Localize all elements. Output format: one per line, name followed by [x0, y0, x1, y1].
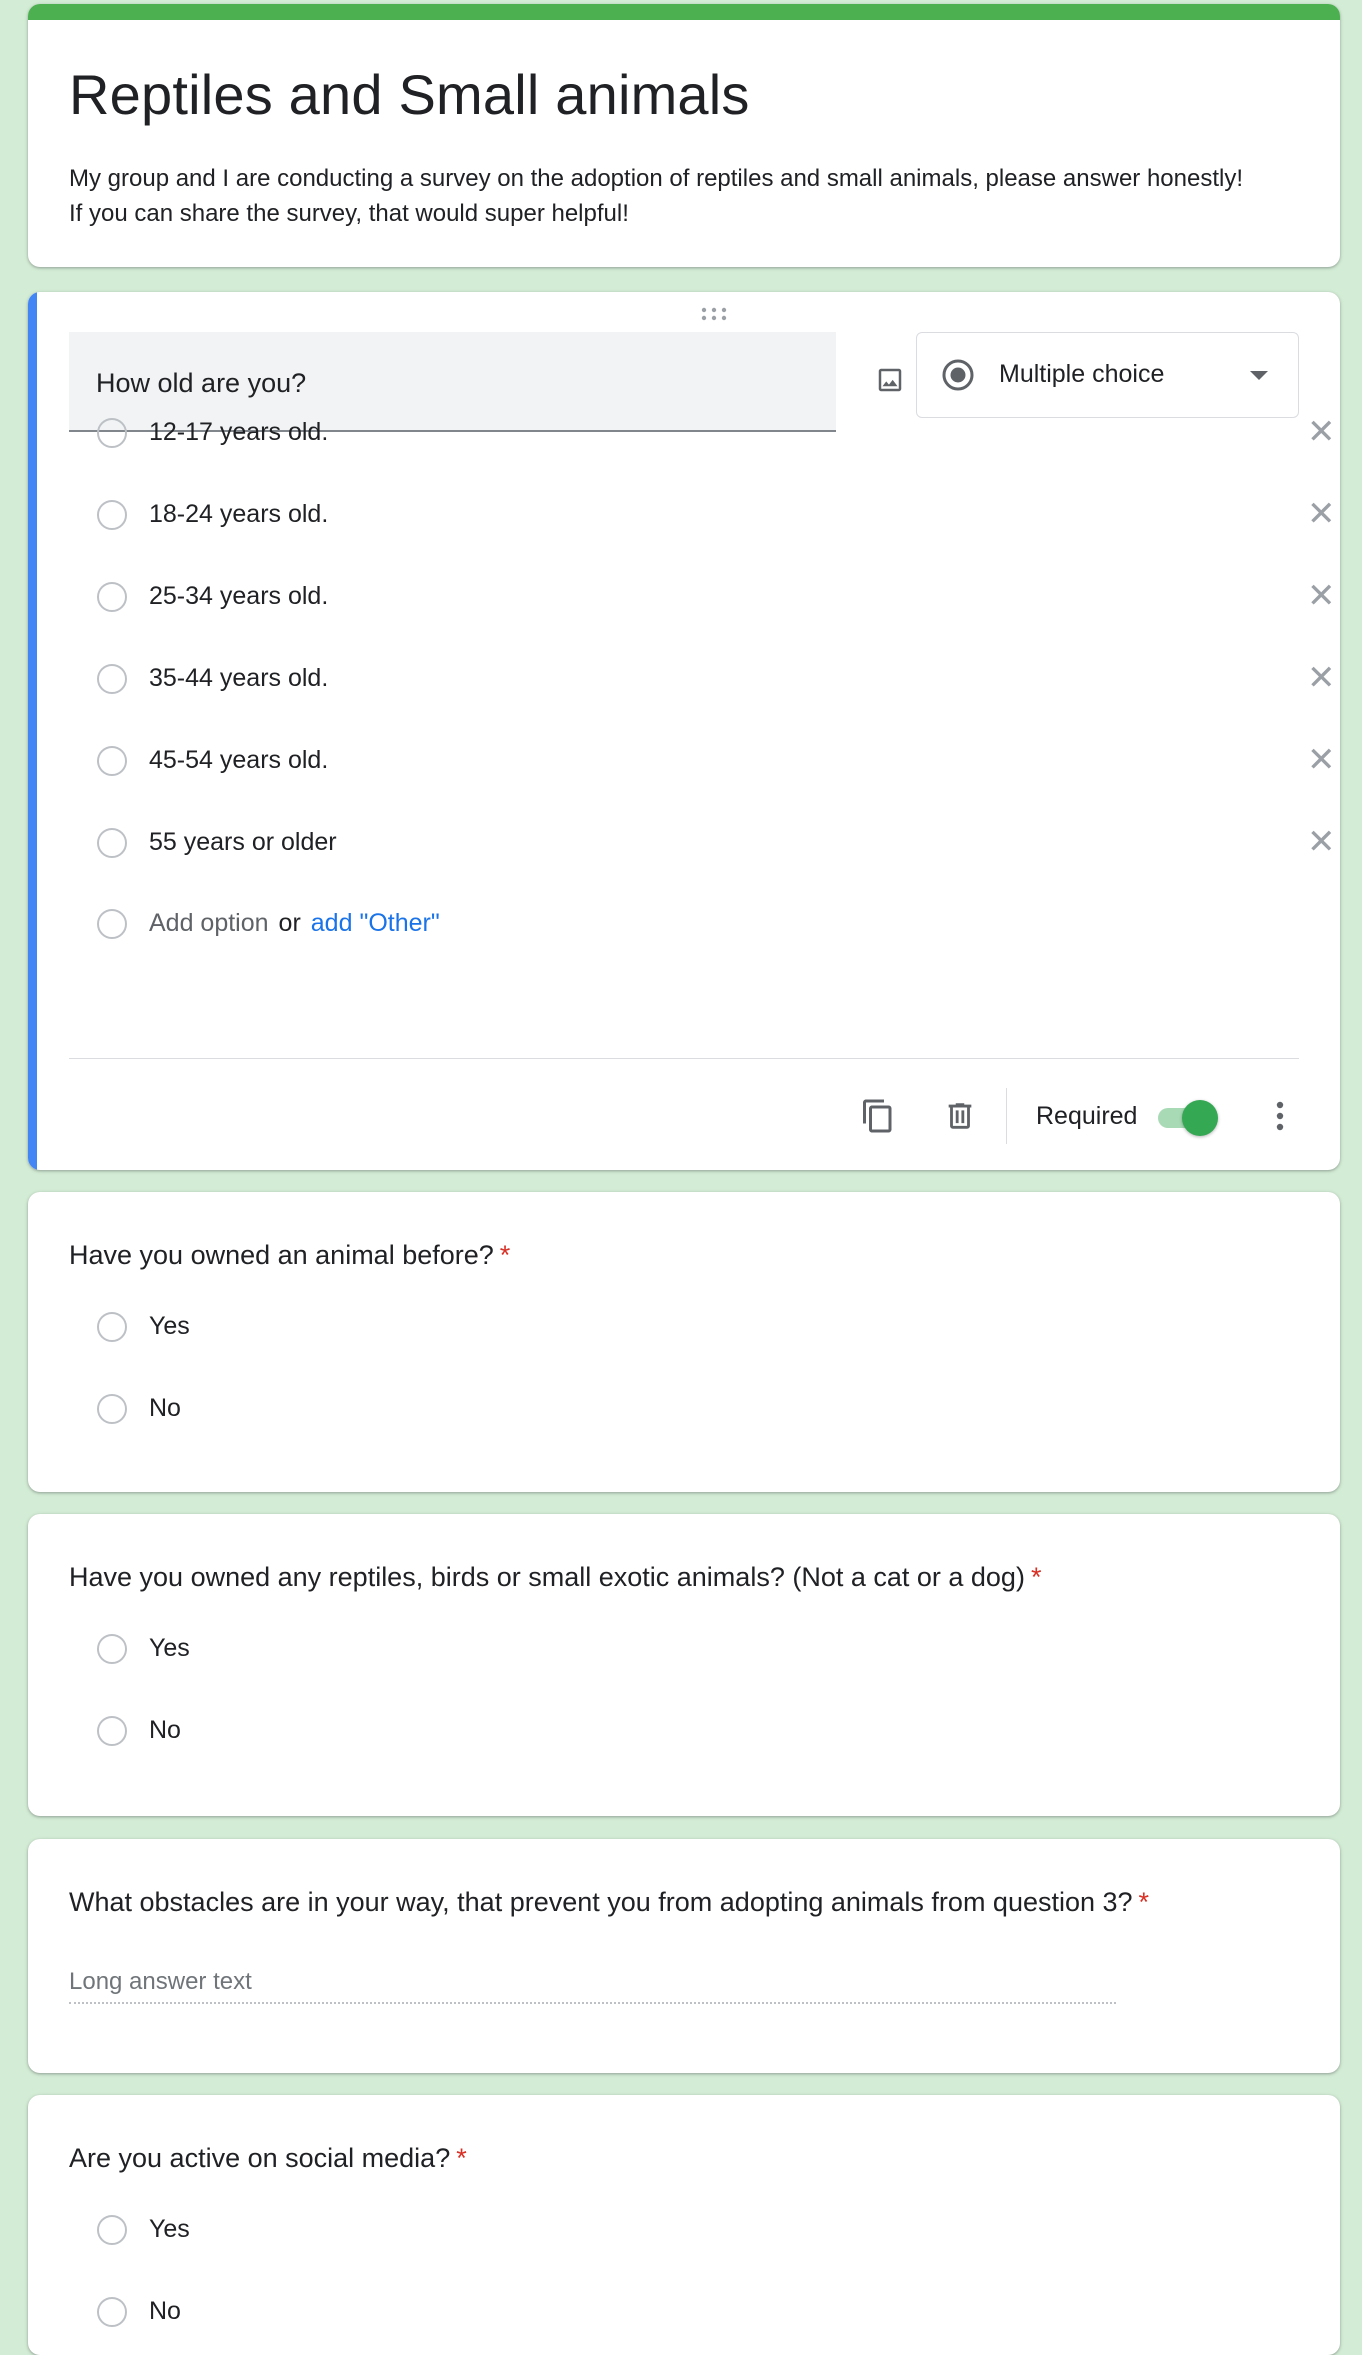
option-label[interactable]: 25-34 years old. [149, 582, 328, 611]
question-title-text: How old are you? [96, 368, 307, 398]
question-title: Have you owned any reptiles, birds or sm… [69, 1562, 1041, 1593]
option-radio [97, 582, 127, 612]
option-row[interactable]: 18-24 years old. ✕ [69, 492, 1336, 542]
option-row[interactable]: 45-54 years old. ✕ [69, 738, 1336, 788]
option-radio[interactable] [97, 2297, 127, 2327]
option-label[interactable]: 18-24 years old. [149, 500, 328, 529]
option-row[interactable]: No [69, 2289, 1319, 2339]
required-asterisk: * [499, 1240, 511, 1270]
option-row[interactable]: Yes [69, 1304, 1319, 1354]
option-radio[interactable] [97, 2215, 127, 2245]
add-image-icon[interactable] [860, 350, 920, 410]
remove-option-close-icon[interactable]: ✕ [1307, 494, 1336, 534]
question-title: Are you active on social media? * [69, 2143, 467, 2174]
option-radio [97, 828, 127, 858]
option-label[interactable]: 55 years or older [149, 828, 337, 857]
option-label[interactable]: 35-44 years old. [149, 664, 328, 693]
option-label: Yes [149, 1312, 190, 1340]
remove-option-close-icon[interactable]: ✕ [1307, 740, 1336, 780]
question-type-dropdown[interactable]: Multiple choice [916, 332, 1299, 418]
option-label: Yes [149, 2215, 190, 2243]
option-label: Yes [149, 1634, 190, 1662]
theme-accent-bar [28, 4, 1340, 20]
option-radio [97, 746, 127, 776]
more-vert-icon[interactable] [1256, 1092, 1304, 1140]
dropdown-caret-icon [1250, 371, 1268, 380]
option-label: No [149, 1716, 181, 1744]
remove-option-close-icon[interactable]: ✕ [1307, 822, 1336, 862]
form-header-card: Reptiles and Small animals My group and … [28, 4, 1340, 267]
required-asterisk: * [456, 2143, 467, 2173]
add-other-link[interactable]: add "Other" [311, 909, 440, 937]
option-row[interactable]: No [69, 1386, 1319, 1436]
option-row[interactable]: 12-17 years old. ✕ [69, 410, 1336, 460]
option-radio [97, 500, 127, 530]
active-question-card[interactable]: How old are you? Multiple choice 12-17 y… [28, 292, 1340, 1170]
option-radio[interactable] [97, 1716, 127, 1746]
form-description-line-1: My group and I are conducting a survey o… [69, 165, 1244, 192]
footer-separator [1006, 1088, 1007, 1144]
required-label: Required [1036, 1102, 1138, 1130]
remove-option-close-icon[interactable]: ✕ [1307, 576, 1336, 616]
long-answer-placeholder: Long answer text [69, 1968, 252, 1995]
radio-icon [941, 358, 975, 392]
option-row[interactable]: 55 years or older ✕ [69, 820, 1336, 870]
option-radio [97, 418, 127, 448]
option-radio[interactable] [97, 1312, 127, 1342]
drag-handle-icon[interactable] [696, 306, 732, 324]
long-answer-field[interactable]: Long answer text [69, 1964, 1116, 2004]
option-row[interactable]: No [69, 1708, 1319, 1758]
form-description[interactable]: My group and I are conducting a survey o… [69, 161, 1309, 231]
add-option-button[interactable]: Add option [149, 909, 269, 937]
toggle-knob [1182, 1100, 1218, 1136]
question-title-text: Have you owned an animal before? [69, 1240, 494, 1270]
remove-option-close-icon[interactable]: ✕ [1307, 412, 1336, 452]
footer-divider [69, 1058, 1299, 1059]
form-description-line-2: If you can share the survey, that would … [69, 200, 629, 227]
question-title-text: Are you active on social media? [69, 2143, 451, 2173]
question-card[interactable]: What obstacles are in your way, that pre… [28, 1839, 1340, 2073]
form-title[interactable]: Reptiles and Small animals [69, 62, 750, 127]
delete-icon[interactable] [936, 1092, 984, 1140]
question-title: What obstacles are in your way, that pre… [69, 1887, 1149, 1918]
required-asterisk: * [1138, 1887, 1150, 1917]
option-row[interactable]: Yes [69, 2207, 1319, 2257]
question-card[interactable]: Have you owned any reptiles, birds or sm… [28, 1514, 1340, 1816]
required-asterisk: * [1030, 1562, 1042, 1592]
question-title: Have you owned an animal before? * [69, 1240, 510, 1271]
option-radio [97, 664, 127, 694]
option-radio[interactable] [97, 1394, 127, 1424]
option-row[interactable]: 35-44 years old. ✕ [69, 656, 1336, 706]
question-title-text: What obstacles are in your way, that pre… [69, 1887, 1133, 1917]
option-row[interactable]: Yes [69, 1626, 1319, 1676]
option-row[interactable]: 25-34 years old. ✕ [69, 574, 1336, 624]
remove-option-close-icon[interactable]: ✕ [1307, 658, 1336, 698]
duplicate-icon[interactable] [854, 1092, 902, 1140]
add-option-row: Add option or add "Other" [69, 901, 1319, 951]
option-radio [97, 909, 127, 939]
option-label: No [149, 2297, 181, 2325]
option-label[interactable]: 12-17 years old. [149, 418, 328, 447]
question-title-text: Have you owned any reptiles, birds or sm… [69, 1562, 1025, 1592]
option-label: No [149, 1394, 181, 1422]
question-type-label: Multiple choice [999, 360, 1165, 388]
question-card[interactable]: Have you owned an animal before? * Yes No [28, 1192, 1340, 1492]
active-indicator-bar [28, 292, 37, 1170]
required-toggle[interactable] [1154, 1100, 1218, 1136]
add-option-area: Add option or add "Other" [149, 909, 440, 938]
option-label[interactable]: 45-54 years old. [149, 746, 328, 775]
add-or-text: or [278, 909, 301, 937]
option-radio[interactable] [97, 1634, 127, 1664]
question-card[interactable]: Are you active on social media? * Yes No [28, 2095, 1340, 2355]
